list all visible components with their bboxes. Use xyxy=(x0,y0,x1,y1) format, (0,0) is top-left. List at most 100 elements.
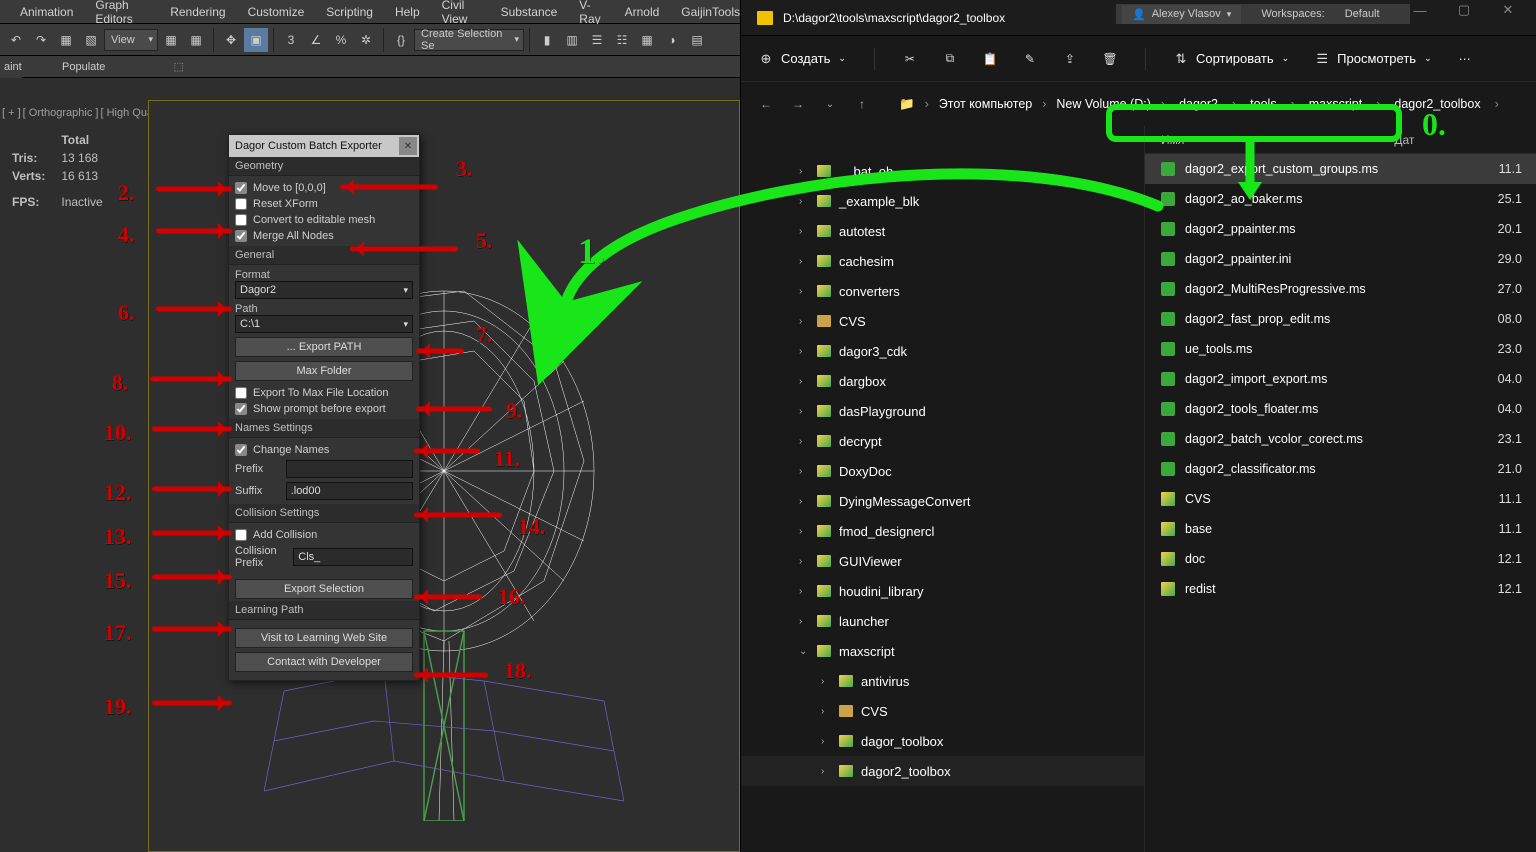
file-row[interactable]: CVS11.1 xyxy=(1145,484,1536,514)
delete-icon[interactable]: 🗑 xyxy=(1103,52,1117,66)
tree-item[interactable]: ›converters xyxy=(741,276,1144,306)
up-icon[interactable]: ↑ xyxy=(853,95,871,113)
tree-item[interactable]: ›cachesim xyxy=(741,246,1144,276)
tree-item[interactable]: ›GUIViewer xyxy=(741,546,1144,576)
menu-animation[interactable]: Animation xyxy=(20,5,73,19)
dialog-titlebar[interactable]: Dagor Custom Batch Exporter ✕ xyxy=(229,135,419,157)
close-icon[interactable]: ✕ xyxy=(399,137,417,155)
move-icon[interactable]: ✥ xyxy=(219,28,243,52)
file-list-header[interactable]: Имя Дат xyxy=(1145,126,1536,154)
menu-rendering[interactable]: Rendering xyxy=(170,5,225,19)
file-row[interactable]: dagor2_classificator.ms21.0 xyxy=(1145,454,1536,484)
rename-icon[interactable]: ✎ xyxy=(1023,52,1037,66)
crumb-maxscript[interactable]: maxscript xyxy=(1305,97,1366,111)
tree-item[interactable]: ›dasPlayground xyxy=(741,396,1144,426)
tree-item[interactable]: ›CVS xyxy=(741,306,1144,336)
tree-item[interactable]: ›DyingMessageConvert xyxy=(741,486,1144,516)
menu-vray[interactable]: V-Ray xyxy=(579,0,602,26)
suffix-input[interactable] xyxy=(286,482,413,500)
minimize-button[interactable]: — xyxy=(1400,0,1440,20)
pivot-icon[interactable]: ✲ xyxy=(354,28,378,52)
maximize-button[interactable]: ▢ xyxy=(1444,0,1484,20)
col-name[interactable]: Имя xyxy=(1161,133,1184,147)
tool-b-icon[interactable]: ▦ xyxy=(184,28,208,52)
menu-substance[interactable]: Substance xyxy=(501,5,558,19)
folder-tree[interactable]: ›__bat_ob›_example_blk›autotest›cachesim… xyxy=(741,126,1145,852)
file-row[interactable]: dagor2_tools_floater.ms04.0 xyxy=(1145,394,1536,424)
snap3-icon[interactable]: 3 xyxy=(279,28,303,52)
paste-icon[interactable]: 📋 xyxy=(983,52,997,66)
file-row[interactable]: dagor2_ppainter.ms20.1 xyxy=(1145,214,1536,244)
tree-item[interactable]: ›fmod_designercl xyxy=(741,516,1144,546)
unlink-icon[interactable]: ▧ xyxy=(79,28,103,52)
mirror-icon[interactable]: ▮ xyxy=(535,28,559,52)
view-plus[interactable]: [ + ] xyxy=(2,107,21,119)
file-row[interactable]: dagor2_batch_vcolor_corect.ms23.1 xyxy=(1145,424,1536,454)
file-row[interactable]: redist12.1 xyxy=(1145,574,1536,604)
percent-icon[interactable]: % xyxy=(329,28,353,52)
cut-icon[interactable]: ✂ xyxy=(903,52,917,66)
tree-item[interactable]: ›CVS xyxy=(741,696,1144,726)
file-row[interactable]: dagor2_ao_baker.ms25.1 xyxy=(1145,184,1536,214)
file-row[interactable]: dagor2_import_export.ms04.0 xyxy=(1145,364,1536,394)
rotate-icon[interactable]: ▣ xyxy=(244,28,268,52)
tree-item[interactable]: ›dagor_toolbox xyxy=(741,726,1144,756)
crumb-dagor2[interactable]: dagor2 xyxy=(1175,97,1222,111)
menu-gaijintools[interactable]: GaijinTools xyxy=(681,5,740,19)
tree-item[interactable]: ›autotest xyxy=(741,216,1144,246)
visit-website-button[interactable]: Visit to Learning Web Site xyxy=(235,628,413,648)
path-dropdown[interactable]: C:\1 xyxy=(235,315,413,333)
crumb-volume[interactable]: New Volume (D:) xyxy=(1056,97,1150,111)
file-row[interactable]: ue_tools.ms23.0 xyxy=(1145,334,1536,364)
tree-item[interactable]: ›antivirus xyxy=(741,666,1144,696)
checkbox-add-collision[interactable]: Add Collision xyxy=(235,527,413,543)
populate-button[interactable]: Populate xyxy=(54,61,113,73)
recent-icon[interactable]: ⌄ xyxy=(821,95,839,113)
file-row[interactable]: dagor2_export_custom_groups.ms11.1 xyxy=(1145,154,1536,184)
back-icon[interactable]: ← xyxy=(757,95,775,113)
contact-developer-button[interactable]: Contact with Developer xyxy=(235,652,413,672)
format-dropdown[interactable]: Dagor2 xyxy=(235,281,413,299)
checkbox-export-to-max[interactable]: Export To Max File Location xyxy=(235,385,413,401)
max-folder-button[interactable]: Max Folder xyxy=(235,361,413,381)
file-row[interactable]: dagor2_MultiResProgressive.ms27.0 xyxy=(1145,274,1536,304)
tree-item[interactable]: ›dagor3_cdk xyxy=(741,336,1144,366)
collision-prefix-input[interactable] xyxy=(293,548,413,566)
menu-graph-editors[interactable]: Graph Editors xyxy=(95,0,148,26)
file-row[interactable]: dagor2_fast_prop_edit.ms08.0 xyxy=(1145,304,1536,334)
prefix-input[interactable] xyxy=(286,460,413,478)
tree-item[interactable]: ⌄maxscript xyxy=(741,636,1144,666)
angle-icon[interactable]: ∠ xyxy=(304,28,328,52)
tree-item[interactable]: ›dagor2_toolbox xyxy=(741,756,1144,786)
export-path-button[interactable]: ... Export PATH xyxy=(235,337,413,357)
workspace-dropdown[interactable]: Default xyxy=(1345,8,1380,20)
tree-item[interactable]: ›__bat_ob xyxy=(741,156,1144,186)
tree-item[interactable]: ›dargbox xyxy=(741,366,1144,396)
file-row[interactable]: doc12.1 xyxy=(1145,544,1536,574)
menu-scripting[interactable]: Scripting xyxy=(326,5,373,19)
schematic-icon[interactable]: ▦ xyxy=(635,28,659,52)
align-icon[interactable]: ▥ xyxy=(560,28,584,52)
redo-icon[interactable]: ↷ xyxy=(29,28,53,52)
curve-editor-icon[interactable]: ☷ xyxy=(610,28,634,52)
aint-tab[interactable]: aint xyxy=(0,56,22,78)
copy-icon[interactable]: ⧉ xyxy=(943,52,957,66)
render-icon[interactable]: ▤ xyxy=(685,28,709,52)
crumb-toolbox[interactable]: dagor2_toolbox xyxy=(1390,97,1484,111)
view-ortho[interactable]: [ Orthographic ] xyxy=(23,107,99,119)
share-icon[interactable]: ⇪ xyxy=(1063,52,1077,66)
menu-customize[interactable]: Customize xyxy=(248,5,305,19)
menu-arnold[interactable]: Arnold xyxy=(625,5,660,19)
sort-button[interactable]: ⇅ Сортировать ⌄ xyxy=(1174,51,1289,66)
file-list[interactable]: Имя Дат dagor2_export_custom_groups.ms11… xyxy=(1145,126,1536,852)
checkbox-reset-xform[interactable]: Reset XForm xyxy=(235,196,413,212)
tree-item[interactable]: ›_example_blk xyxy=(741,186,1144,216)
undo-icon[interactable]: ↶ xyxy=(4,28,28,52)
checkbox-change-names[interactable]: Change Names xyxy=(235,442,413,458)
tree-item[interactable]: ›DoxyDoc xyxy=(741,456,1144,486)
crumb-tools[interactable]: tools xyxy=(1246,97,1280,111)
file-row[interactable]: dagor2_ppainter.ini29.0 xyxy=(1145,244,1536,274)
layers-icon[interactable]: ☰ xyxy=(585,28,609,52)
create-button[interactable]: ⊕ Создать ⌄ xyxy=(759,51,846,66)
forward-icon[interactable]: → xyxy=(789,95,807,113)
